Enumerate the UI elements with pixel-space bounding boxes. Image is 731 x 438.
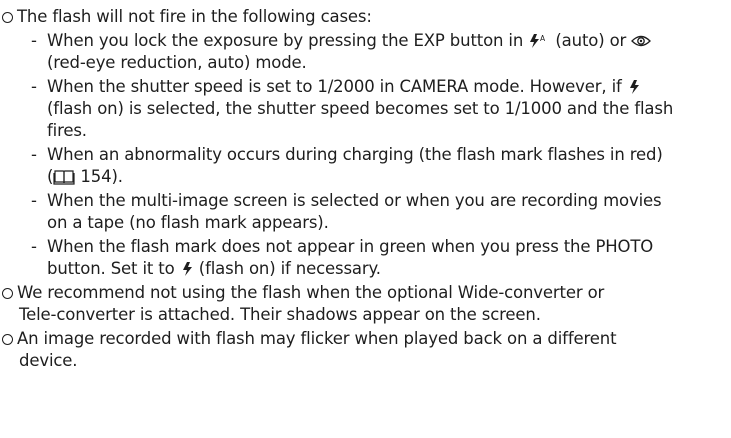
flash-icon — [182, 262, 192, 276]
circle-bullet-icon — [2, 288, 13, 299]
dash-bullet: - — [31, 145, 37, 164]
intro-text: The flash will not fire in the following… — [17, 7, 372, 26]
case-3-line-1: - When an abnormality occurs during charg… — [31, 145, 663, 164]
circle-bullet-icon — [2, 12, 13, 23]
red-eye-icon — [631, 35, 652, 47]
circle-bullet-icon — [2, 334, 13, 345]
book-icon — [53, 170, 75, 185]
svg-text:A: A — [540, 34, 546, 43]
dash-bullet: - — [31, 77, 37, 96]
flash-auto-icon: A — [530, 34, 546, 48]
case-5-line-2: button. Set it to (flash on) if necessar… — [47, 259, 381, 278]
case-1-line-1: - When you lock the exposure by pressing … — [31, 31, 652, 51]
note-3-line-2: device. — [19, 351, 78, 370]
dash-bullet: - — [31, 31, 37, 50]
case-4-line-1: - When the multi-image screen is selected… — [31, 191, 662, 210]
intro-line: The flash will not fire in the following… — [2, 7, 372, 27]
dash-bullet: - — [31, 237, 37, 256]
manual-page: The flash will not fire in the following… — [0, 0, 731, 438]
case-1-line-2: (red-eye reduction, auto) mode. — [47, 53, 307, 72]
note-2-line-1: We recommend not using the flash when th… — [2, 283, 604, 303]
note-3-line-1: An image recorded with flash may flicker… — [2, 329, 617, 349]
case-2-line-3: fires. — [47, 121, 87, 140]
flash-icon — [629, 80, 639, 94]
note-2-line-2: Tele-converter is attached. Their shadow… — [19, 305, 541, 324]
case-3-line-2: ( 154). — [47, 167, 123, 186]
case-5-line-1: - When the flash mark does not appear in … — [31, 237, 654, 256]
case-2-line-2: (flash on) is selected, the shutter spee… — [47, 99, 674, 118]
case-4-line-2: on a tape (no flash mark appears). — [47, 213, 329, 232]
case-2-line-1: - When the shutter speed is set to 1/2000… — [31, 77, 641, 97]
dash-bullet: - — [31, 191, 37, 210]
